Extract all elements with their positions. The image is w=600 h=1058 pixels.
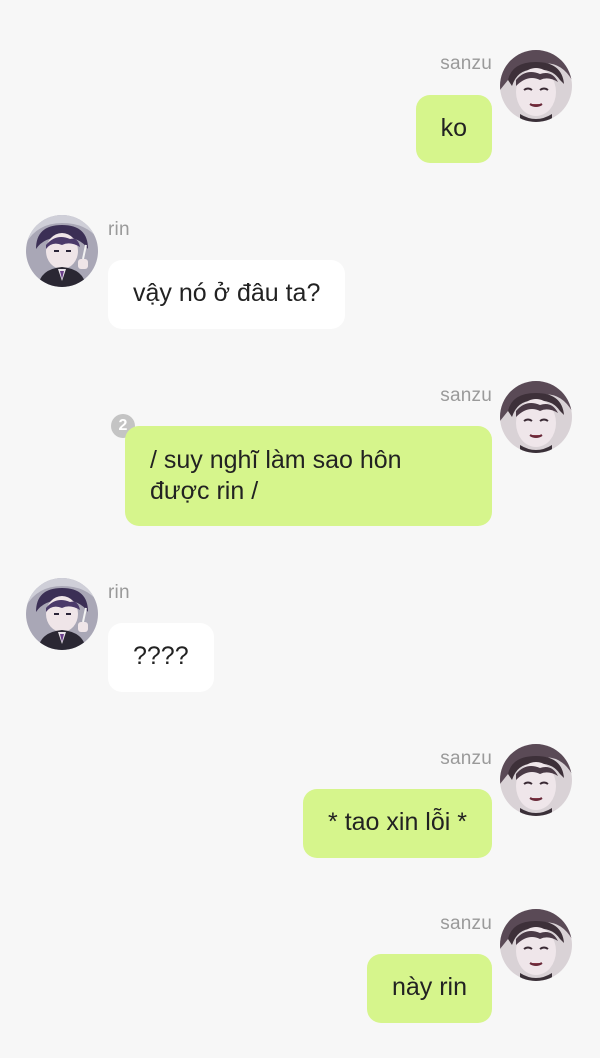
sender-name: sanzu [440,53,492,74]
sanzu-avatar-icon[interactable] [500,744,572,816]
sender-name: sanzu [440,913,492,934]
message-bubble[interactable]: ???? [108,623,214,692]
sanzu-avatar-icon[interactable] [500,50,572,122]
sanzu-avatar-icon[interactable] [500,909,572,981]
rin-avatar-icon[interactable] [26,215,98,287]
rin-avatar-icon[interactable] [26,578,98,650]
chat-thread[interactable]: sanzu ko rin vậy nó ở đâu ta? sanzu 2 / … [0,0,600,1058]
message-bubble[interactable]: / suy nghĩ làm sao hôn được rin / [125,426,492,526]
sender-name: rin [108,219,130,240]
sender-name: sanzu [440,385,492,406]
sanzu-avatar-icon[interactable] [500,381,572,453]
message-bubble[interactable]: vậy nó ở đâu ta? [108,260,346,329]
message-bubble[interactable]: này rin [366,954,492,1023]
message-bubble[interactable]: ko [415,95,492,163]
message-bubble[interactable]: * tao xin lỗi * [303,789,492,858]
sender-name: sanzu [440,748,492,769]
sender-name: rin [108,582,130,603]
